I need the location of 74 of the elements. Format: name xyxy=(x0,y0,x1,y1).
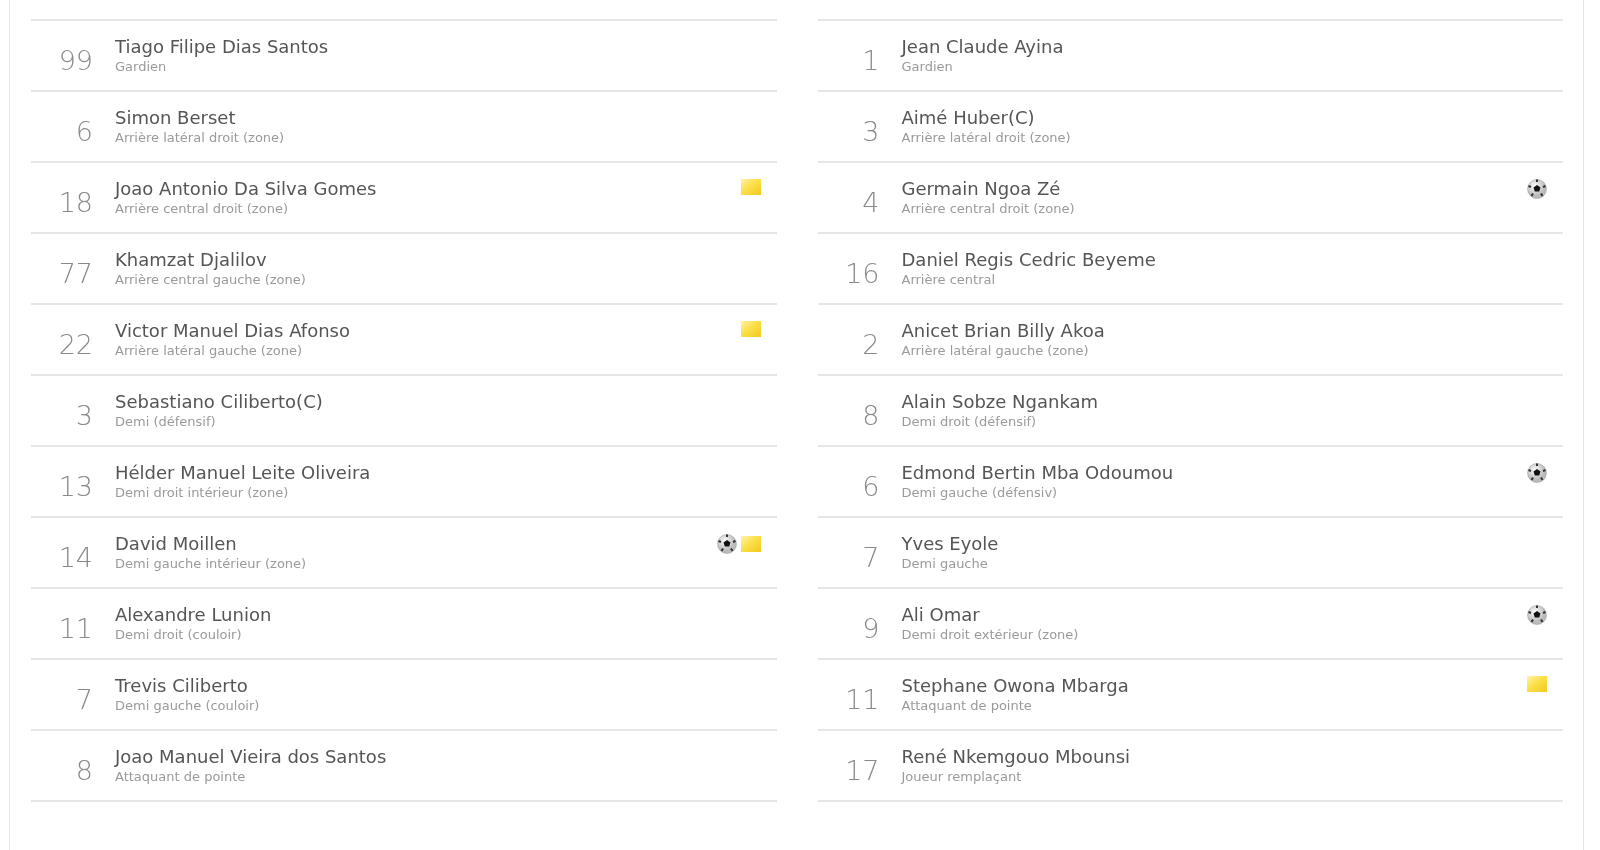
player-position: Demi droit (défensif) xyxy=(901,413,1037,431)
player-position: Arrière latéral droit (zone) xyxy=(115,129,285,147)
booking-card-icon xyxy=(740,179,761,195)
player-name: Daniel Regis Cedric Beyeme xyxy=(901,248,1156,271)
shirt-number: 14 xyxy=(57,541,93,573)
player-position: Attaquant de pointe xyxy=(115,768,246,786)
player-position: Arrière central droit (zone) xyxy=(115,200,288,218)
player-name: Yves Eyole xyxy=(901,532,999,555)
player-name: Germain Ngoa Zé xyxy=(901,177,1061,200)
shirt-number: 1 xyxy=(861,44,880,76)
player-name: Jean Claude Ayina xyxy=(901,35,1064,58)
booking-card-icon xyxy=(740,321,761,337)
player-name: René Nkemgouo Mbounsi xyxy=(901,745,1131,768)
shirt-number: 18 xyxy=(57,186,93,218)
shirt-number: 8 xyxy=(74,754,93,786)
player-position: Gardien xyxy=(901,58,953,76)
player-name: Anicet Brian Billy Akoa xyxy=(901,319,1105,342)
player-name: Stephane Owona Mbarga xyxy=(901,674,1129,697)
shirt-number: 17 xyxy=(844,754,880,786)
player-position: Arrière latéral gauche (zone) xyxy=(901,342,1089,360)
shirt-number: 6 xyxy=(74,115,93,147)
player-name: Simon Berset xyxy=(115,106,236,129)
shirt-number: 7 xyxy=(74,683,93,715)
shirt-number: 11 xyxy=(57,612,93,644)
player-position: Demi gauche xyxy=(901,555,988,573)
shirt-number: 16 xyxy=(844,257,880,289)
shirt-number: 9 xyxy=(861,612,880,644)
shirt-number: 77 xyxy=(57,257,93,289)
shirt-number: 22 xyxy=(57,328,93,360)
player-position: Arrière latéral gauche (zone) xyxy=(115,342,302,360)
shirt-number: 2 xyxy=(861,328,880,360)
player-name: Edmond Bertin Mba Odoumou xyxy=(901,461,1174,484)
player-position: Arrière central xyxy=(901,271,996,289)
player-position: Demi gauche intérieur (zone) xyxy=(115,555,307,573)
player-name: Victor Manuel Dias Afonso xyxy=(115,319,350,342)
booking-card-icon xyxy=(1527,676,1547,692)
shirt-number: 11 xyxy=(844,683,880,715)
player-position: Joueur remplaçant xyxy=(901,768,1022,786)
shirt-number: 13 xyxy=(57,470,93,502)
player-name: Ali Omar xyxy=(901,603,980,626)
shirt-number: 4 xyxy=(861,186,880,218)
soccer-ball-icon xyxy=(1527,605,1547,625)
player-position: Attaquant de pointe xyxy=(901,697,1032,715)
player-name: Hélder Manuel Leite Oliveira xyxy=(115,461,371,484)
player-position: Demi droit extérieur (zone) xyxy=(901,626,1079,644)
soccer-ball-icon xyxy=(1527,463,1547,483)
player-position: Demi gauche (défensiv) xyxy=(901,484,1058,502)
shirt-number: 8 xyxy=(861,399,880,431)
player-position: Arrière central gauche (zone) xyxy=(115,271,306,289)
player-name: Alexandre Lunion xyxy=(115,603,272,626)
player-position: Demi droit intérieur (zone) xyxy=(115,484,289,502)
player-position: Arrière central droit (zone) xyxy=(901,200,1075,218)
player-position: Gardien xyxy=(115,58,167,76)
player-name: Aimé Huber(C) xyxy=(901,106,1035,129)
player-position: Demi gauche (couloir) xyxy=(115,697,260,715)
shirt-number: 6 xyxy=(861,470,880,502)
player-name: Sebastiano Ciliberto(C) xyxy=(115,390,323,413)
player-name: Trevis Ciliberto xyxy=(115,674,248,697)
player-name: Joao Antonio Da Silva Gomes xyxy=(115,177,377,200)
player-position: Arrière latéral droit (zone) xyxy=(901,129,1071,147)
player-name: Khamzat Djalilov xyxy=(115,248,267,271)
player-position: Demi droit (couloir) xyxy=(115,626,242,644)
soccer-ball-icon xyxy=(1527,179,1547,199)
booking-card-icon xyxy=(740,536,761,552)
shirt-number: 3 xyxy=(74,399,93,431)
player-name: Alain Sobze Ngankam xyxy=(901,390,1099,413)
soccer-ball-icon xyxy=(716,534,737,554)
shirt-number: 3 xyxy=(861,115,880,147)
player-name: Tiago Filipe Dias Santos xyxy=(115,35,329,58)
shirt-number: 99 xyxy=(57,44,93,76)
player-position: Demi (défensif) xyxy=(115,413,216,431)
shirt-number: 7 xyxy=(861,541,880,573)
player-name: David Moillen xyxy=(115,532,237,555)
player-name: Joao Manuel Vieira dos Santos xyxy=(115,745,387,768)
